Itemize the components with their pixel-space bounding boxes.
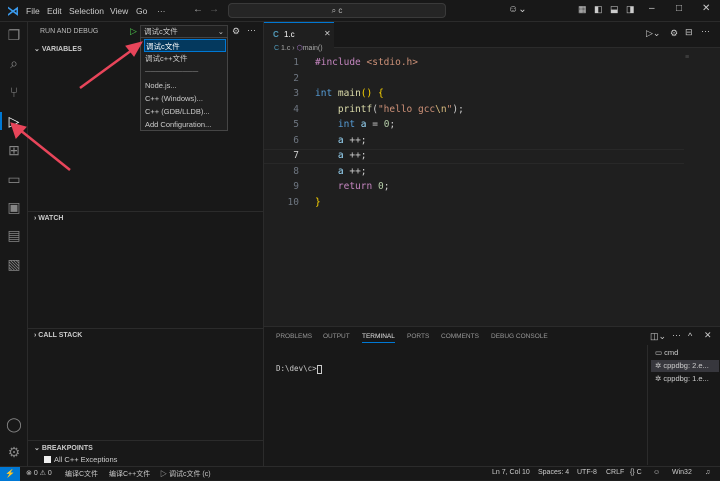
annotation-arrows <box>10 41 144 171</box>
red-arrow-annotation <box>79 41 144 90</box>
red-arrow-annotation <box>10 122 71 171</box>
